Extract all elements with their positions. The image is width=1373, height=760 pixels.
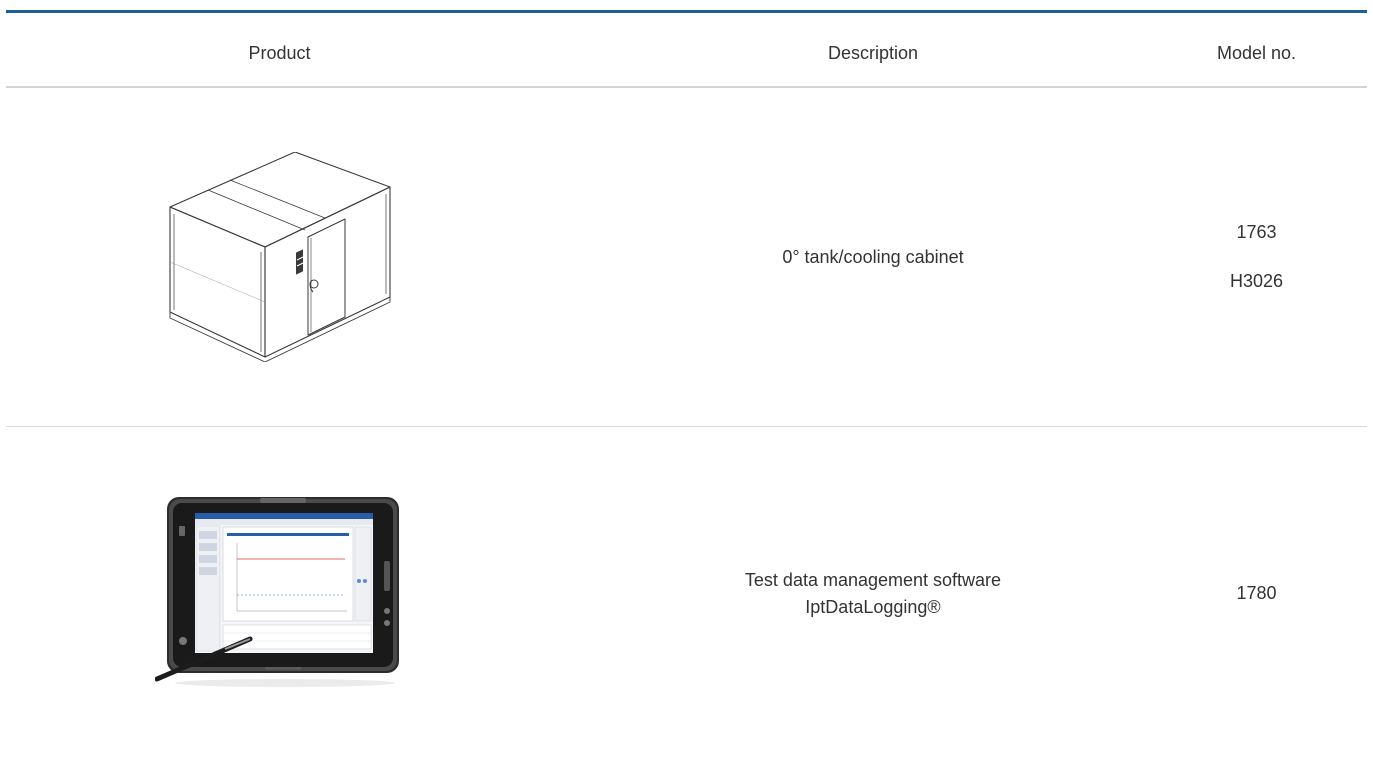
description-cell: Test data management software IptDataLog… bbox=[533, 427, 1213, 760]
description-line: Test data management software bbox=[744, 569, 1002, 590]
tablet-with-stylus-image bbox=[154, 496, 399, 687]
model-number: 1780 bbox=[1236, 583, 1277, 603]
header-description: Description bbox=[827, 43, 919, 63]
header-model-no: Model no. bbox=[1216, 43, 1297, 63]
description-line: IptDataLogging® bbox=[805, 596, 941, 617]
header-product: Product bbox=[248, 43, 311, 63]
model-number: H3026 bbox=[1229, 271, 1284, 291]
product-cell bbox=[6, 427, 553, 760]
description-line: 0° tank/cooling cabinet bbox=[782, 246, 964, 267]
product-cell bbox=[6, 88, 553, 426]
table-header: Product Description Model no. bbox=[6, 13, 1367, 88]
model-number: 1763 bbox=[1236, 222, 1277, 242]
model-cell: 1780 bbox=[1146, 427, 1367, 760]
table-row: Test data management software IptDataLog… bbox=[6, 427, 1367, 760]
description-cell: 0° tank/cooling cabinet bbox=[533, 88, 1213, 426]
table-row: 0° tank/cooling cabinet 1763 H3026 bbox=[6, 88, 1367, 427]
model-cell: 1763 H3026 bbox=[1146, 88, 1367, 426]
cooling-cabinet-image bbox=[168, 152, 391, 362]
